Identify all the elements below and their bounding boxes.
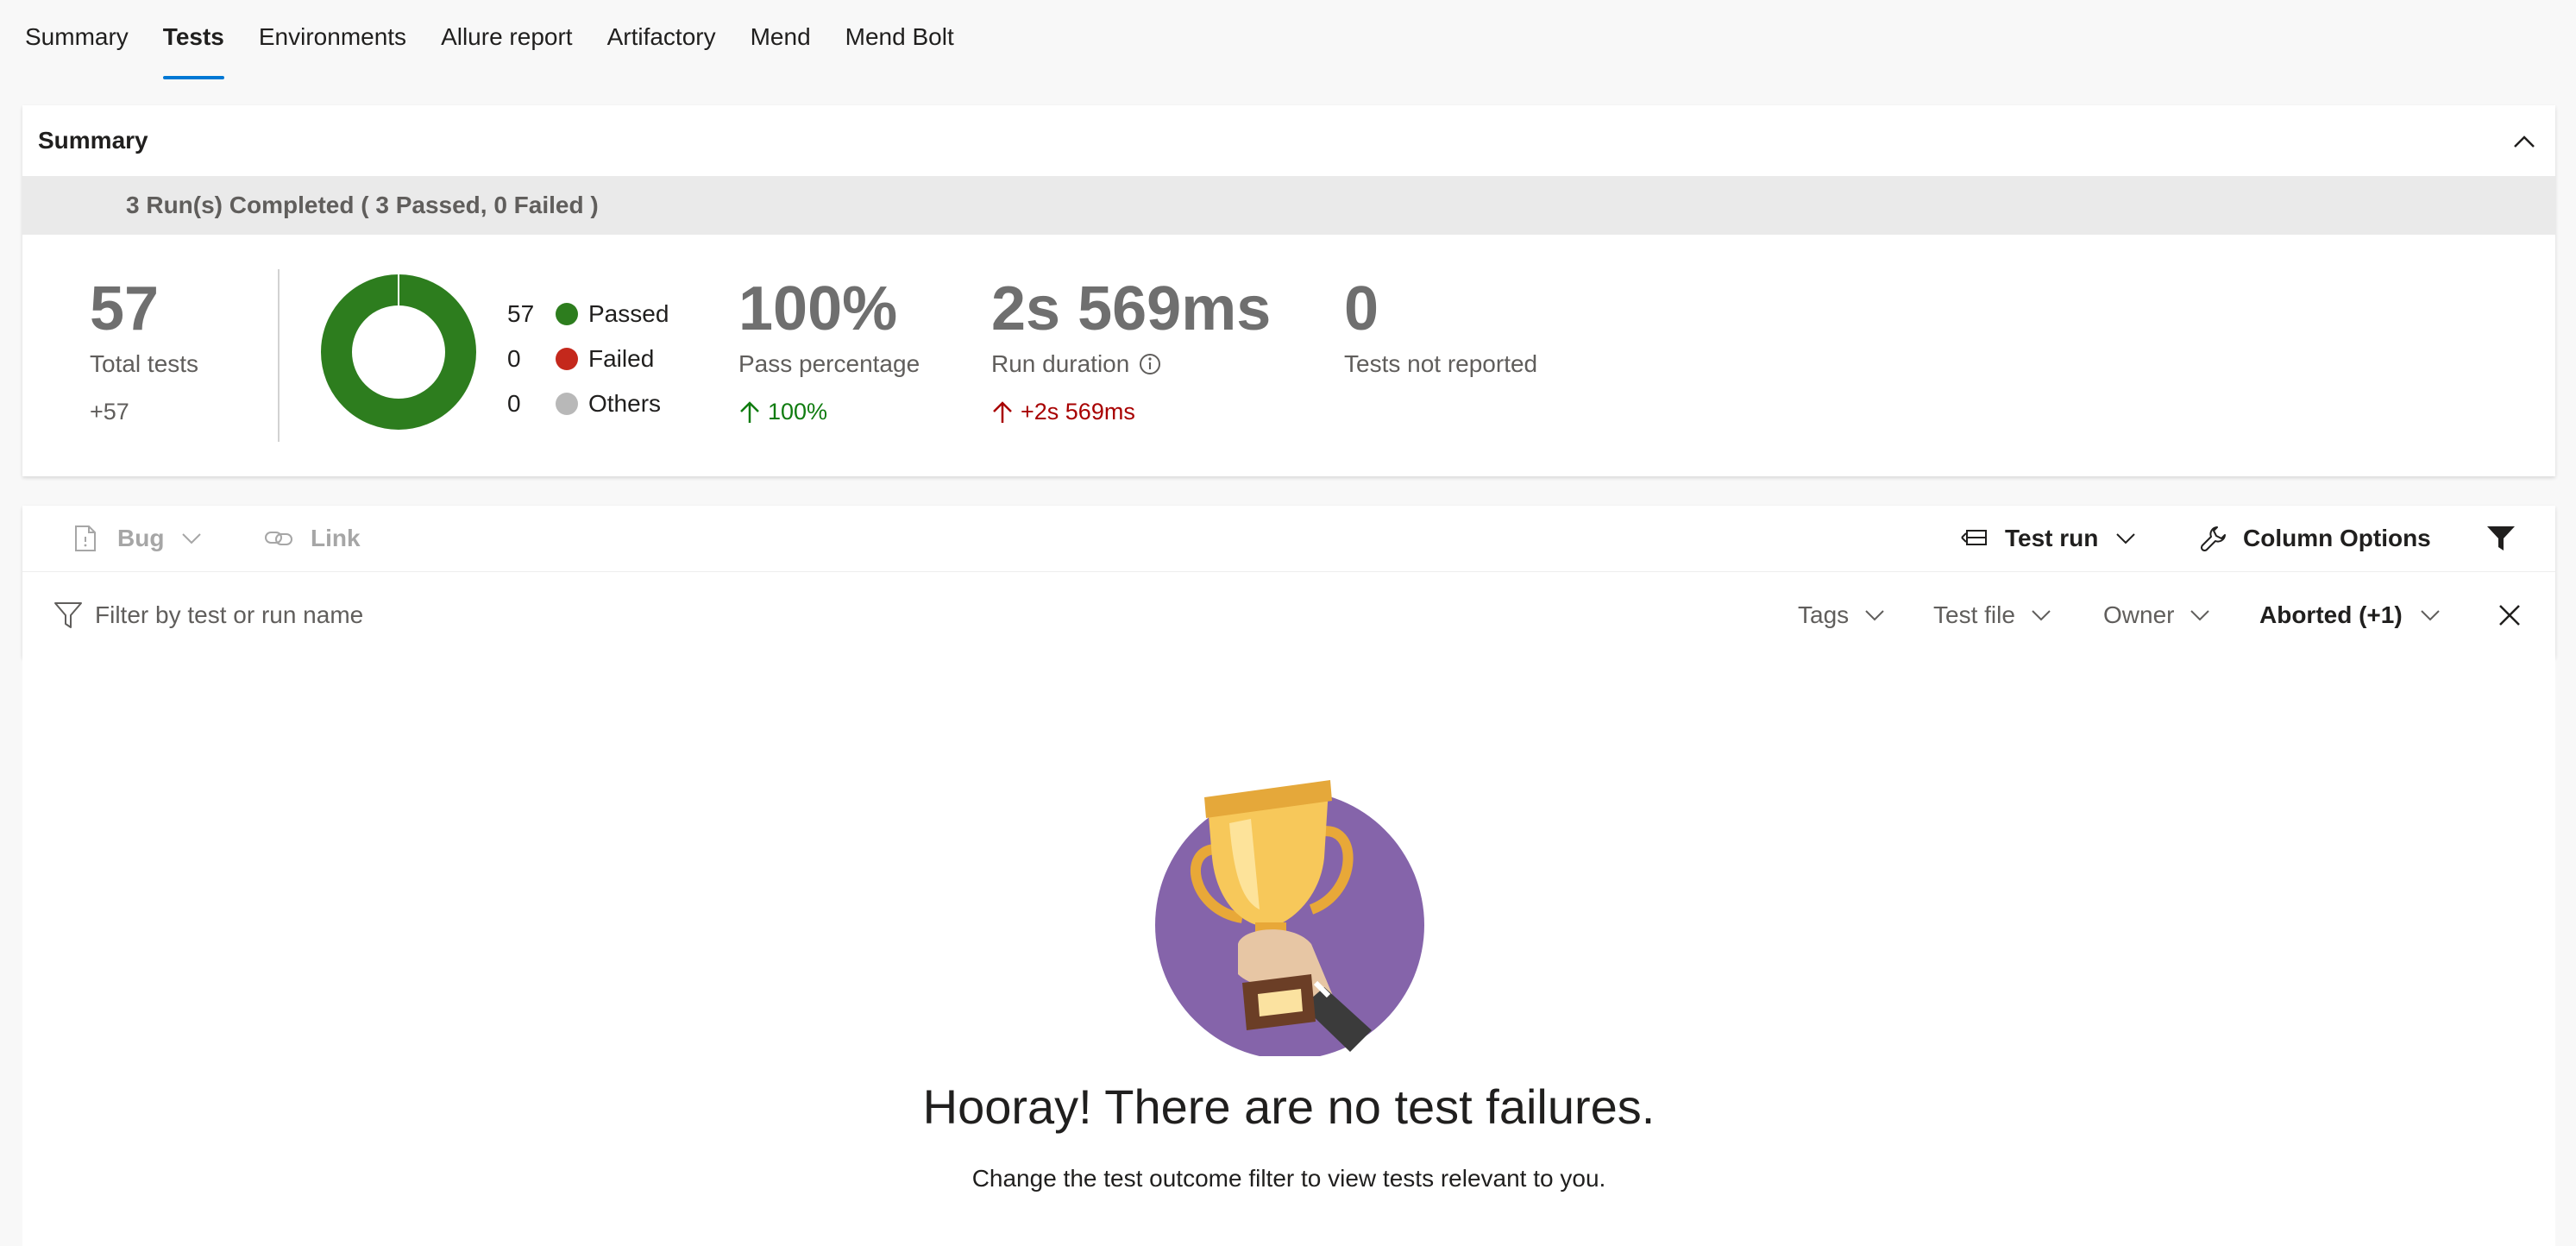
- not-reported-label: Tests not reported: [1344, 350, 1538, 377]
- chevron-up-icon: [2514, 135, 2535, 148]
- total-tests-delta: +57: [90, 399, 129, 425]
- bug-label: Bug: [117, 525, 165, 551]
- outcome-filter-dropdown[interactable]: Aborted (+1): [2259, 572, 2441, 658]
- filter-placeholder: Filter by test or run name: [95, 601, 364, 628]
- owner-label: Owner: [2103, 601, 2175, 628]
- filter-bar: Filter by test or run name Tags Test fil…: [22, 572, 2555, 658]
- outcome-legend: 57 Passed 0 Failed 0 Others: [507, 292, 669, 426]
- runs-completed-banner: 3 Run(s) Completed ( 3 Passed, 0 Failed …: [22, 176, 2555, 235]
- pass-percentage-value: 100%: [738, 274, 898, 343]
- empty-state-hint: Change the test outcome filter to view t…: [971, 1165, 1606, 1192]
- chevron-down-icon: [2190, 610, 2210, 621]
- test-file-filter-dropdown[interactable]: Test file: [1933, 572, 2051, 658]
- tags-filter-dropdown[interactable]: Tags: [1798, 572, 1885, 658]
- total-tests-label: Total tests: [90, 350, 199, 377]
- failed-count: 0: [507, 345, 521, 372]
- run-duration-label-row: Run duration: [991, 350, 1162, 378]
- empty-state: Hooray! There are no test failures. Chan…: [22, 658, 2555, 1246]
- chevron-down-icon: [2032, 610, 2051, 621]
- tags-label: Tags: [1798, 601, 1850, 628]
- run-duration-delta-text: +2s 569ms: [1021, 399, 1135, 425]
- filter-toggle-button[interactable]: [2486, 506, 2516, 571]
- failed-dot-icon: [556, 348, 578, 370]
- summary-title: Summary: [38, 127, 148, 154]
- filter-filled-icon: [2487, 526, 2515, 551]
- tab-allure-report[interactable]: Allure report: [441, 0, 573, 79]
- tab-tests[interactable]: Tests: [162, 0, 224, 79]
- outcome-donut-chart: [321, 274, 476, 430]
- chevron-down-icon: [182, 533, 202, 544]
- stats-divider: [278, 269, 280, 442]
- total-tests-value: 57: [90, 274, 160, 343]
- close-icon: [2499, 605, 2520, 626]
- pass-percentage-delta: 100%: [738, 399, 827, 425]
- others-label: Others: [588, 390, 662, 417]
- tab-summary[interactable]: Summary: [25, 0, 129, 79]
- legend-others: 0 Others: [507, 381, 669, 426]
- group-list-icon: [1961, 530, 1987, 545]
- others-count: 0: [507, 390, 521, 417]
- pivot-tabs: Summary Tests Environments Allure report…: [25, 0, 989, 79]
- keyword-filter[interactable]: Filter by test or run name: [53, 572, 363, 658]
- test-file-label: Test file: [1933, 601, 2015, 628]
- passed-dot-icon: [556, 303, 578, 325]
- bug-button[interactable]: Bug: [74, 506, 202, 571]
- chevron-down-icon: [1865, 610, 1884, 621]
- legend-failed: 0 Failed: [507, 337, 669, 381]
- failed-label: Failed: [588, 345, 655, 372]
- wrench-icon: [2200, 526, 2226, 552]
- run-duration-value: 2s 569ms: [991, 274, 1272, 343]
- pass-percentage-label: Pass percentage: [738, 350, 920, 377]
- tab-artifactory[interactable]: Artifactory: [607, 0, 716, 79]
- owner-filter-dropdown[interactable]: Owner: [2103, 572, 2210, 658]
- link-button[interactable]: Link: [264, 506, 361, 571]
- link-label: Link: [311, 525, 361, 551]
- test-run-group-by-button[interactable]: Test run: [1960, 506, 2136, 571]
- test-run-label: Test run: [2005, 525, 2099, 551]
- info-icon[interactable]: [1138, 352, 1162, 376]
- filter-icon: [54, 602, 82, 628]
- tab-environments[interactable]: Environments: [259, 0, 406, 79]
- others-dot-icon: [556, 393, 578, 415]
- passed-label: Passed: [588, 300, 669, 327]
- trophy-illustration: [1155, 780, 1424, 1056]
- empty-state-title: Hooray! There are no test failures.: [922, 1079, 1656, 1134]
- column-options-button[interactable]: Column Options: [2200, 506, 2431, 571]
- tests-toolbar-card: Bug Link Test run Column Options Filter …: [22, 506, 2555, 658]
- stats-row: 57 Total tests +57 57 Passed 0 Failed 0 …: [22, 235, 2555, 476]
- pass-percentage-delta-text: 100%: [768, 399, 828, 425]
- clear-filters-button[interactable]: [2498, 572, 2521, 658]
- collapse-button[interactable]: [2507, 124, 2541, 159]
- outcome-label: Aborted (+1): [2259, 601, 2403, 628]
- arrow-up-icon: [993, 400, 1012, 423]
- command-bar: Bug Link Test run Column Options: [22, 506, 2555, 572]
- summary-card: Summary 3 Run(s) Completed ( 3 Passed, 0…: [22, 105, 2555, 476]
- not-reported-value: 0: [1344, 274, 1379, 343]
- bug-document-icon: [75, 525, 96, 551]
- run-duration-delta: +2s 569ms: [991, 399, 1135, 425]
- passed-count: 57: [507, 300, 535, 327]
- chevron-down-icon: [2116, 533, 2136, 544]
- tab-mend-bolt[interactable]: Mend Bolt: [845, 0, 954, 79]
- column-options-label: Column Options: [2243, 525, 2431, 551]
- chevron-down-icon: [2420, 610, 2440, 621]
- arrow-up-icon: [740, 400, 759, 423]
- legend-passed: 57 Passed: [507, 292, 669, 337]
- run-duration-label: Run duration: [991, 350, 1130, 377]
- link-icon: [265, 532, 292, 545]
- tab-mend[interactable]: Mend: [751, 0, 811, 79]
